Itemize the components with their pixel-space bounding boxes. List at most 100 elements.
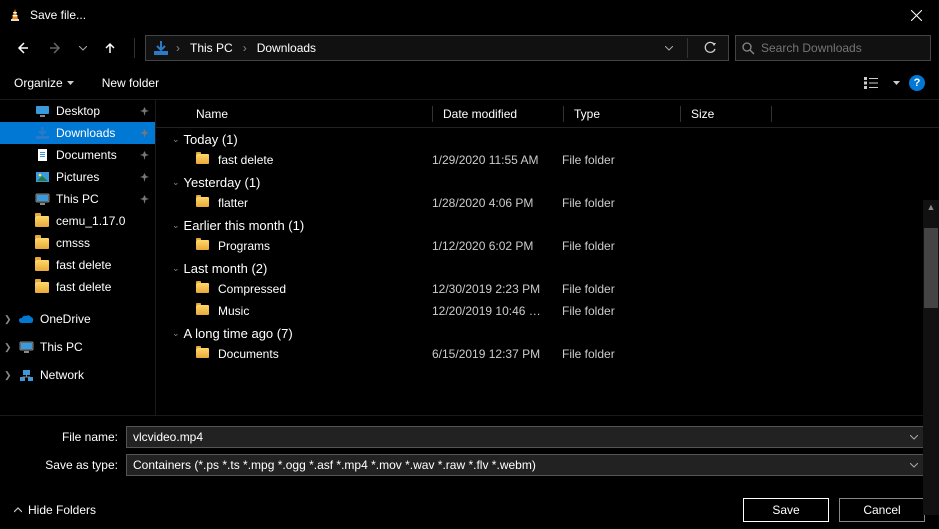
- titlebar: Save file...: [0, 0, 939, 30]
- file-name: Documents: [218, 347, 432, 361]
- chevron-down-icon: ⌄: [172, 263, 180, 274]
- sidebar-root[interactable]: ❯OneDrive: [0, 308, 155, 330]
- group-header[interactable]: ⌄ Last month (2): [156, 257, 939, 278]
- help-button[interactable]: ?: [909, 75, 925, 91]
- sidebar-item-label: Desktop: [56, 104, 100, 118]
- sidebar: DesktopDownloadsDocumentsPicturesThis PC…: [0, 100, 155, 415]
- network-icon: [18, 367, 34, 383]
- view-dropdown[interactable]: [891, 73, 901, 93]
- search-box[interactable]: [735, 35, 931, 61]
- vlc-icon: [8, 8, 22, 22]
- sidebar-item[interactable]: Downloads: [0, 122, 155, 144]
- saveas-value: Containers (*.ps *.ts *.mpg *.ogg *.asf …: [133, 458, 906, 472]
- group-header[interactable]: ⌄Yesterday (1): [156, 171, 939, 192]
- close-button[interactable]: [894, 0, 939, 30]
- sidebar-item[interactable]: cemu_1.17.0: [0, 210, 155, 232]
- folder-icon: [196, 282, 218, 296]
- back-button[interactable]: [8, 34, 36, 62]
- folder-icon: [34, 257, 50, 273]
- group-header[interactable]: ⌄ Earlier this month (1): [156, 214, 939, 235]
- chevron-right-icon[interactable]: ›: [241, 41, 249, 55]
- breadcrumb-dropdown[interactable]: [659, 46, 679, 51]
- file-row[interactable]: flatter1/28/2020 4:06 PMFile folder: [156, 192, 939, 214]
- saveas-dropdown[interactable]: [906, 463, 918, 468]
- sidebar-item-label: cmsss: [56, 236, 90, 250]
- column-date[interactable]: Date modified: [443, 107, 563, 121]
- scroll-up[interactable]: ▲: [923, 200, 939, 214]
- new-folder-button[interactable]: New folder: [102, 76, 159, 90]
- group-header[interactable]: ⌄Today (1): [156, 128, 939, 149]
- file-date: 12/30/2019 2:23 PM: [432, 282, 562, 296]
- scroll-thumb[interactable]: [924, 228, 938, 308]
- refresh-button[interactable]: [696, 41, 724, 55]
- breadcrumb-segment[interactable]: Downloads: [251, 39, 322, 57]
- file-row[interactable]: fast delete1/29/2020 11:55 AMFile folder: [156, 149, 939, 171]
- forward-button[interactable]: [42, 34, 70, 62]
- file-type: File folder: [562, 196, 668, 210]
- file-name: Compressed: [218, 282, 432, 296]
- file-type: File folder: [562, 153, 668, 167]
- sidebar-item[interactable]: Desktop: [0, 100, 155, 122]
- file-name: fast delete: [218, 153, 432, 167]
- filename-input-wrap[interactable]: [126, 426, 925, 448]
- file-row[interactable]: Compressed12/30/2019 2:23 PMFile folder: [156, 278, 939, 300]
- pin-icon: [140, 129, 149, 138]
- chevron-right-icon[interactable]: ›: [174, 41, 182, 55]
- filename-dropdown[interactable]: [906, 435, 918, 440]
- onedrive-icon: [18, 311, 34, 327]
- saveas-select[interactable]: Containers (*.ps *.ts *.mpg *.ogg *.asf …: [126, 454, 925, 476]
- downloads-icon: [150, 37, 172, 59]
- file-name: Music: [218, 304, 432, 318]
- column-name[interactable]: Name: [196, 107, 432, 121]
- up-button[interactable]: [96, 34, 124, 62]
- scrollbar[interactable]: ▲: [923, 200, 939, 515]
- column-size[interactable]: Size: [691, 107, 771, 121]
- cancel-button[interactable]: Cancel: [839, 498, 925, 522]
- save-button[interactable]: Save: [743, 498, 829, 522]
- file-name: flatter: [218, 196, 432, 210]
- sidebar-item-label: Network: [40, 368, 84, 382]
- folder-icon: [34, 235, 50, 251]
- file-row[interactable]: Documents6/15/2019 12:37 PMFile folder: [156, 343, 939, 365]
- pin-icon: [140, 151, 149, 160]
- hide-folders-button[interactable]: Hide Folders: [14, 503, 96, 517]
- sidebar-item[interactable]: Pictures: [0, 166, 155, 188]
- group-title: A long time ago (7): [184, 326, 293, 341]
- chevron-right-icon[interactable]: ❯: [4, 370, 12, 381]
- chevron-right-icon[interactable]: ❯: [4, 342, 12, 353]
- chevron-down-icon: ⌄: [172, 328, 180, 339]
- thispc-icon: [18, 339, 34, 355]
- breadcrumb[interactable]: › This PC › Downloads: [145, 35, 729, 61]
- group-title: Last month (2): [184, 261, 268, 276]
- organize-button[interactable]: Organize: [14, 76, 74, 90]
- desktop-icon: [34, 103, 50, 119]
- group-title: Yesterday (1): [184, 175, 261, 190]
- file-row[interactable]: Music12/20/2019 10:46 …File folder: [156, 300, 939, 322]
- pin-icon: [140, 195, 149, 204]
- view-mode-button[interactable]: [863, 73, 883, 93]
- column-type[interactable]: Type: [574, 107, 680, 121]
- sidebar-item[interactable]: cmsss: [0, 232, 155, 254]
- group-header[interactable]: ⌄ A long time ago (7): [156, 322, 939, 343]
- recent-dropdown[interactable]: [76, 34, 90, 62]
- chevron-right-icon[interactable]: ❯: [4, 314, 12, 325]
- group-title: Earlier this month (1): [184, 218, 305, 233]
- documents-icon: [34, 147, 50, 163]
- sidebar-root[interactable]: ❯ This PC: [0, 336, 155, 358]
- sidebar-item-label: This PC: [40, 340, 83, 354]
- sidebar-root[interactable]: ❯ Network: [0, 364, 155, 386]
- file-row[interactable]: Programs1/12/2020 6:02 PMFile folder: [156, 235, 939, 257]
- file-type: File folder: [562, 304, 668, 318]
- column-headers: Name Date modified Type Size: [156, 100, 939, 128]
- filename-input[interactable]: [133, 430, 906, 444]
- search-input[interactable]: [761, 41, 924, 55]
- pin-icon: [140, 107, 149, 116]
- sidebar-item[interactable]: This PC: [0, 188, 155, 210]
- breadcrumb-segment[interactable]: This PC: [184, 39, 239, 57]
- sidebar-item-label: Downloads: [56, 126, 115, 140]
- sidebar-item[interactable]: fast delete: [0, 254, 155, 276]
- sidebar-item[interactable]: Documents: [0, 144, 155, 166]
- sidebar-item[interactable]: fast delete: [0, 276, 155, 298]
- navbar: › This PC › Downloads: [0, 30, 939, 66]
- chevron-down-icon: ⌄: [172, 220, 180, 231]
